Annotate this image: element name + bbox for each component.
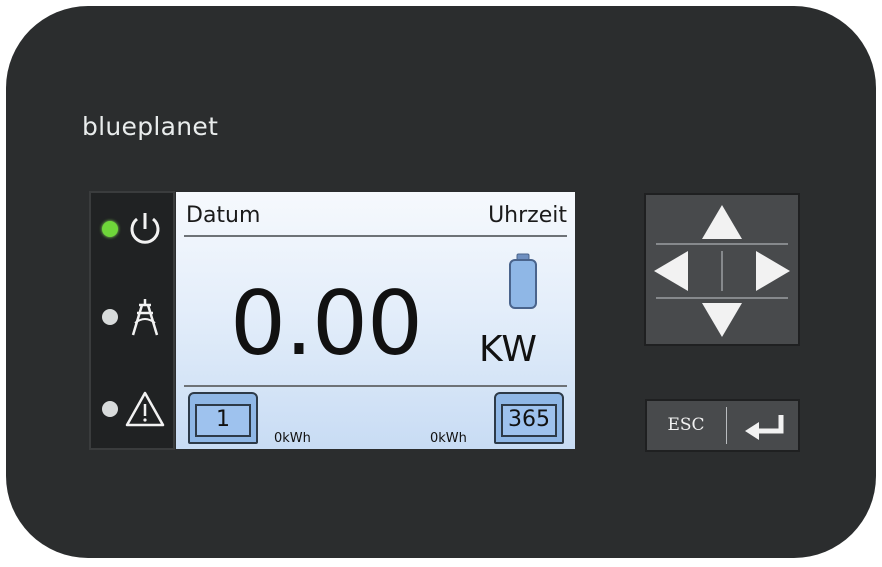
button-divider	[726, 407, 727, 444]
time-label: Uhrzeit	[488, 203, 567, 228]
enter-button[interactable]	[729, 401, 798, 450]
day-counter: 1	[188, 392, 258, 444]
day-energy: 0kWh	[274, 431, 311, 446]
grid-led	[102, 309, 118, 325]
battery-icon	[509, 253, 537, 309]
lcd-screen: Datum Uhrzeit 0.00 KW 1 0kWh 0kWh 365	[176, 192, 575, 449]
arrow-right-icon[interactable]	[756, 251, 790, 291]
header-divider	[184, 235, 567, 237]
fault-led	[102, 401, 118, 417]
year-counter-value: 365	[501, 404, 557, 437]
arrow-down-icon[interactable]	[702, 303, 742, 337]
power-unit: KW	[479, 329, 537, 370]
power-icon	[130, 213, 160, 244]
grid-tower-icon	[131, 299, 159, 336]
status-led-panel	[89, 191, 175, 450]
day-counter-value: 1	[195, 404, 251, 437]
arrow-left-icon[interactable]	[654, 251, 688, 291]
function-buttons: ESC	[645, 399, 800, 452]
year-energy: 0kWh	[430, 431, 467, 446]
brand-logo: blueplanet	[82, 112, 219, 141]
date-label: Datum	[186, 203, 261, 228]
status-row-fault	[91, 383, 177, 433]
footer-divider	[184, 385, 567, 387]
year-counter: 365	[494, 392, 564, 444]
status-row-grid	[91, 291, 177, 341]
arrow-up-icon[interactable]	[702, 205, 742, 239]
inverter-housing: blueplanet Datum Uhrzeit 0.00 KW 1 0kWh …	[6, 6, 876, 558]
navigation-pad	[644, 193, 800, 346]
power-value: 0.00	[230, 272, 423, 375]
enter-icon	[745, 415, 784, 440]
warning-icon	[125, 391, 165, 427]
navigation-pad-graphic	[654, 205, 790, 337]
esc-button[interactable]: ESC	[647, 401, 725, 450]
status-row-power	[91, 203, 177, 253]
power-led	[102, 221, 118, 237]
